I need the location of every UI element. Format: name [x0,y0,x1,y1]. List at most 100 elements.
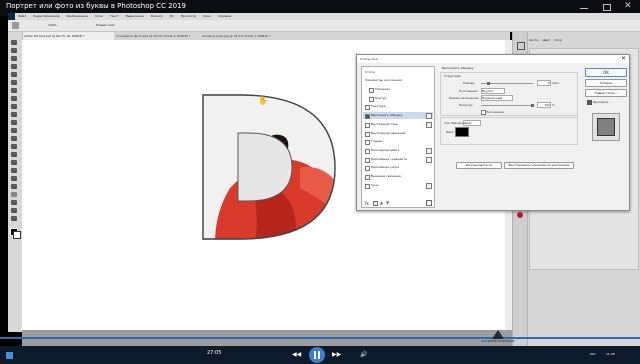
effect-item[interactable]: Текстура [363,103,433,111]
effect-checkbox[interactable] [365,175,370,180]
menu-image[interactable]: Изображение [66,14,88,18]
background-color-swatch[interactable] [13,231,21,239]
blend-mode-select[interactable]: Нормальный [481,95,513,101]
doc-tab[interactable]: Сохранить фото.psd @ 16,7% (Слой 1, RGB/… [116,32,200,40]
styles-header[interactable]: Стили [365,70,375,74]
window-minimize-button[interactable] [580,8,588,9]
stroke-color-swatch[interactable] [455,127,469,137]
effect-checkbox[interactable] [365,140,370,146]
effect-item[interactable]: Тиснение [363,86,433,93]
brush-tool-icon[interactable] [11,104,17,109]
restore-default-button[interactable]: Восстановить значения по умолчанию [504,162,574,169]
blend-options-item[interactable]: Параметры наложения [365,78,402,82]
panel-history-icon[interactable] [517,42,525,50]
effect-checkbox[interactable] [369,96,374,102]
effect-checkbox[interactable] [369,88,374,93]
effect-item[interactable]: Наложение узора [363,164,433,172]
add-instance-icon[interactable] [426,113,432,120]
eyedropper-tool-icon[interactable] [11,88,17,93]
zoom-tool-icon[interactable] [11,200,17,205]
menu-edit[interactable]: Редактирование [33,14,59,18]
marquee-tool-icon[interactable] [11,48,17,53]
effect-item[interactable]: Внутреннее свечение [363,130,433,137]
menu-window[interactable]: Окно [203,14,211,18]
effect-item[interactable]: Внешнее свечение [363,173,433,180]
dialog-close-icon[interactable]: ✕ [621,55,626,62]
cancel-button[interactable]: Отмена [585,79,627,87]
dodge-tool-icon[interactable] [11,152,17,157]
healing-tool-icon[interactable] [11,96,17,101]
effect-checkbox[interactable] [365,122,370,128]
rewind-icon[interactable]: ◀◀ [292,351,301,358]
effect-item[interactable]: Тень [363,182,433,189]
add-effect-icon[interactable] [373,201,378,206]
effect-checkbox[interactable] [365,148,370,154]
player-progress-bar[interactable] [0,337,640,339]
fill-type-select[interactable]: Цвет [463,120,481,126]
effect-item[interactable]: Контур [363,95,433,102]
size-slider-thumb[interactable] [487,82,490,85]
effect-item[interactable]: Наложение градиента [363,156,433,163]
forward-icon[interactable]: ▶▶ [332,351,341,358]
effect-item[interactable]: Наложение цвета [363,147,433,154]
doc-tab-active[interactable]: Letter Portrait.psd @ 66,7% (D, RGB/8) * [22,32,114,40]
menu-help[interactable]: Справка [218,14,231,18]
effect-checkbox[interactable] [365,166,370,172]
eraser-tool-icon[interactable] [11,128,17,133]
add-instance-icon[interactable] [426,147,432,154]
panel-tab-brushes[interactable]: Кисти [529,38,538,42]
window-close-button[interactable]: ✕ [624,1,632,11]
pen-tool-icon[interactable] [11,160,17,165]
history-brush-tool-icon[interactable] [11,120,17,125]
menu-type[interactable]: Текст [110,14,119,18]
opacity-field[interactable]: 100 [537,102,551,108]
fx-icon[interactable]: fx [365,201,369,206]
opacity-slider-thumb[interactable] [531,104,534,107]
position-select[interactable]: Внутри [481,88,505,94]
use-default-button[interactable]: Использовать по умолчанию [456,162,502,169]
move-tool-icon[interactable] [11,40,17,45]
blur-tool-icon[interactable] [11,144,17,149]
menu-select[interactable]: Выделение [126,14,144,18]
options-mode[interactable]: Новый слой [96,23,114,27]
pause-button[interactable] [309,347,325,363]
dialog-titlebar[interactable]: Стиль слоя ✕ [357,55,629,63]
effect-checkbox[interactable] [365,157,370,163]
menu-layers[interactable]: Слои [95,14,103,18]
opacity-slider[interactable] [481,105,533,106]
move-up-icon[interactable]: ▲ [380,200,383,205]
doc-tab[interactable]: Amazing pose.jpg @ 16,7% (Слой 1, RGB/8)… [202,32,286,40]
crop-tool-icon[interactable] [11,72,17,77]
effect-item[interactable]: Глянец [363,138,433,146]
menu-3d[interactable]: 3D [170,14,174,18]
panel-record-icon[interactable] [517,212,523,218]
panel-tab-color[interactable]: Цвет [542,38,550,42]
tool-preset-icon[interactable] [12,22,19,29]
effect-checkbox[interactable] [365,114,370,120]
swap-colors-tool-icon[interactable] [11,216,17,221]
effect-item-selected[interactable]: Выполнить обводку [363,112,433,120]
more-tool-icon[interactable] [11,208,17,213]
gradient-tool-icon[interactable] [11,136,17,141]
delete-effect-icon[interactable] [426,200,432,206]
hand-tool-icon[interactable] [11,192,17,197]
size-field[interactable]: 5 [537,80,551,86]
menu-view[interactable]: Просмотр [181,14,196,18]
taskbar-lang[interactable]: РУС [590,352,596,356]
menu-filter[interactable]: Фильтр [151,14,163,18]
quick-select-tool-icon[interactable] [11,64,17,69]
stamp-tool-icon[interactable] [11,112,17,117]
options-value[interactable]: 100% [48,23,57,27]
menu-file[interactable]: Файл [18,14,26,18]
shape-tool-icon[interactable] [11,184,17,189]
frame-tool-icon[interactable] [11,80,17,85]
add-instance-icon[interactable] [426,182,432,189]
panel-tab-layers[interactable]: Слои [554,38,562,42]
new-style-button[interactable]: Новый стиль... [585,89,627,97]
add-instance-icon[interactable] [426,156,432,163]
type-tool-icon[interactable] [11,168,17,173]
add-instance-icon[interactable] [426,121,432,128]
effect-checkbox[interactable] [365,105,370,111]
preview-checkbox[interactable] [587,100,592,105]
volume-icon[interactable]: 🔊 [360,351,367,358]
